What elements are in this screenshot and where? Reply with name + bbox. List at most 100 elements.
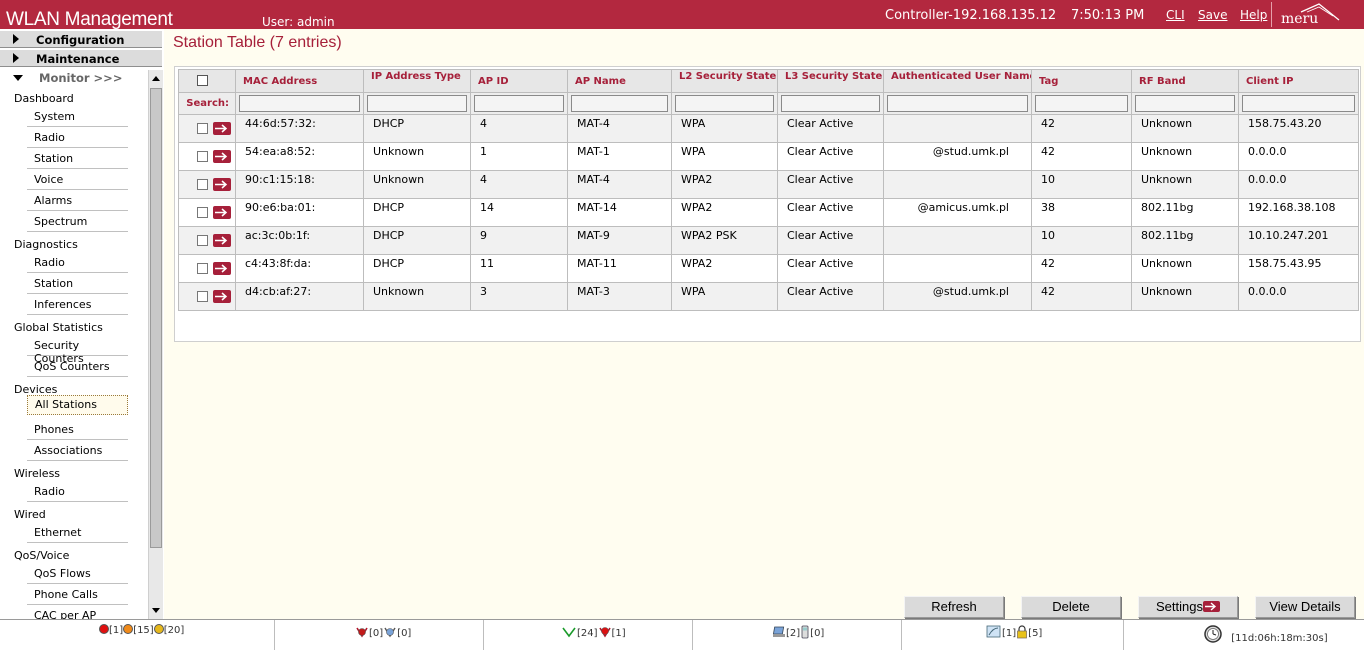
row-details-arrow-icon[interactable] bbox=[213, 234, 231, 247]
table-row[interactable]: c4:43:8f:da: DHCP 11 MAT-11 WPA2 Clear Active… bbox=[178, 254, 1359, 283]
row-checkbox[interactable] bbox=[197, 179, 208, 190]
column-header-client-ip[interactable]: Client IP bbox=[1238, 69, 1359, 93]
nav-item-ethernet[interactable]: Ethernet bbox=[27, 523, 128, 543]
column-header-user-name[interactable]: Authenticated User Name bbox=[883, 69, 1032, 93]
ap-up-count: [24] bbox=[577, 628, 598, 639]
help-link[interactable]: Help bbox=[1240, 8, 1267, 22]
column-header-mac[interactable]: MAC Address bbox=[235, 69, 364, 93]
column-header-ap-name[interactable]: AP Name bbox=[567, 69, 672, 93]
nav-item-phones[interactable]: Phones bbox=[27, 420, 128, 440]
menu-configuration-label: Configuration bbox=[36, 33, 125, 47]
station-summary[interactable]: [2] [0] bbox=[693, 620, 902, 650]
ap-fault-summary[interactable]: [0] [0] bbox=[275, 620, 484, 650]
table-header-row: MAC Address IP Address Type AP ID AP Nam… bbox=[178, 69, 1359, 93]
column-header-ip-type[interactable]: IP Address Type bbox=[363, 69, 471, 93]
search-input-user-name[interactable] bbox=[887, 95, 1028, 112]
search-input-rf-band[interactable] bbox=[1135, 95, 1235, 112]
search-input-l3-security[interactable] bbox=[781, 95, 880, 112]
nav-item-all-stations[interactable]: All Stations bbox=[27, 395, 128, 415]
cell-user-name bbox=[883, 114, 1032, 143]
search-input-ap-id[interactable] bbox=[474, 95, 564, 112]
scroll-down-arrow-icon[interactable] bbox=[149, 603, 163, 618]
cell-ip-type: DHCP bbox=[363, 254, 471, 283]
alarm-summary[interactable]: [1] [15] [20] bbox=[0, 620, 275, 650]
row-details-arrow-icon[interactable] bbox=[213, 290, 231, 303]
menu-configuration[interactable]: Configuration bbox=[0, 30, 162, 48]
row-checkbox[interactable] bbox=[197, 151, 208, 162]
column-header-tag[interactable]: Tag bbox=[1031, 69, 1132, 93]
sidebar-scrollbar[interactable] bbox=[148, 70, 163, 619]
select-all-checkbox[interactable] bbox=[197, 75, 208, 86]
table-row[interactable]: d4:cb:af:27: Unknown 3 MAT-3 WPA Clear Active… bbox=[178, 282, 1359, 311]
row-details-arrow-icon[interactable] bbox=[213, 206, 231, 219]
cell-tag: 42 bbox=[1031, 282, 1132, 311]
clock-icon bbox=[1204, 625, 1222, 643]
nav-item-diag-radio[interactable]: Radio bbox=[27, 253, 128, 273]
cell-ap-id: 14 bbox=[470, 198, 568, 227]
nav-group-diagnostics: Diagnostics bbox=[14, 238, 78, 251]
search-input-mac[interactable] bbox=[239, 95, 360, 112]
ap-status-summary[interactable]: [24] [1] bbox=[484, 620, 693, 650]
search-input-tag[interactable] bbox=[1035, 95, 1128, 112]
ap-down-count: [0] bbox=[369, 628, 384, 639]
menu-maintenance[interactable]: Maintenance bbox=[0, 49, 162, 67]
cell-tag: 42 bbox=[1031, 142, 1132, 171]
nav-item-spectrum[interactable]: Spectrum bbox=[27, 212, 128, 232]
cell-l3-security: Clear Active bbox=[777, 226, 884, 255]
security-summary[interactable]: [1] [5] bbox=[902, 620, 1124, 650]
nav-item-alarms[interactable]: Alarms bbox=[27, 191, 128, 211]
table-row[interactable]: 90:c1:15:18: Unknown 4 MAT-4 WPA2 Clear Activ… bbox=[178, 170, 1359, 199]
column-header-l2-security[interactable]: L2 Security State bbox=[671, 69, 778, 93]
delete-button[interactable]: Delete bbox=[1021, 596, 1121, 618]
nav-item-radio[interactable]: Radio bbox=[27, 128, 128, 148]
table-row[interactable]: 90:e6:ba:01: DHCP 14 MAT-14 WPA2 Clear Active… bbox=[178, 198, 1359, 227]
cell-ap-name: MAT-9 bbox=[567, 226, 672, 255]
column-header-ap-id[interactable]: AP ID bbox=[470, 69, 568, 93]
row-checkbox[interactable] bbox=[197, 291, 208, 302]
save-link[interactable]: Save bbox=[1198, 8, 1227, 22]
column-header-l3-security[interactable]: L3 Security State bbox=[777, 69, 884, 93]
search-input-l2-security[interactable] bbox=[675, 95, 774, 112]
cell-l3-security: Clear Active bbox=[777, 170, 884, 199]
cli-link[interactable]: CLI bbox=[1166, 8, 1185, 22]
nav-item-station[interactable]: Station bbox=[27, 149, 128, 169]
arrow-right-icon bbox=[1202, 601, 1220, 612]
row-details-arrow-icon[interactable] bbox=[213, 262, 231, 275]
column-header-rf-band[interactable]: RF Band bbox=[1131, 69, 1239, 93]
nav-item-voice[interactable]: Voice bbox=[27, 170, 128, 190]
table-row[interactable]: 54:ea:a8:52: Unknown 1 MAT-1 WPA Clear Active… bbox=[178, 142, 1359, 171]
search-input-ip-type[interactable] bbox=[367, 95, 467, 112]
scroll-up-arrow-icon[interactable] bbox=[149, 71, 163, 86]
row-checkbox[interactable] bbox=[197, 263, 208, 274]
nav-item-cac-per-ap[interactable]: CAC per AP bbox=[27, 606, 128, 619]
nav-item-phone-calls[interactable]: Phone Calls bbox=[27, 585, 128, 605]
view-details-button[interactable]: View Details bbox=[1255, 596, 1355, 618]
table-row[interactable]: 44:6d:57:32: DHCP 4 MAT-4 WPA Clear Active 42 U… bbox=[178, 114, 1359, 143]
table-row[interactable]: ac:3c:0b:1f: DHCP 9 MAT-9 WPA2 PSK Clear Acti… bbox=[178, 226, 1359, 255]
nav-item-qos-flows[interactable]: QoS Flows bbox=[27, 564, 128, 584]
row-details-arrow-icon[interactable] bbox=[213, 150, 231, 163]
cell-l3-security: Clear Active bbox=[777, 198, 884, 227]
select-all-header bbox=[178, 69, 236, 93]
menu-monitor[interactable]: Monitor >>> bbox=[0, 68, 148, 88]
refresh-button[interactable]: Refresh bbox=[904, 596, 1004, 618]
row-checkbox[interactable] bbox=[197, 123, 208, 134]
row-details-arrow-icon[interactable] bbox=[213, 122, 231, 135]
nav-item-security-counters[interactable]: Security Counters bbox=[27, 336, 128, 365]
row-checkbox[interactable] bbox=[197, 235, 208, 246]
nav-item-inferences[interactable]: Inferences bbox=[27, 295, 128, 315]
row-details-arrow-icon[interactable] bbox=[213, 178, 231, 191]
search-input-ap-name[interactable] bbox=[571, 95, 668, 112]
nav-item-associations[interactable]: Associations bbox=[27, 441, 128, 461]
ap-fault-counts: [0] [0] bbox=[355, 625, 411, 639]
settings-button[interactable]: Settings bbox=[1138, 596, 1238, 618]
nav-item-qos-counters[interactable]: QoS Counters bbox=[27, 357, 128, 377]
rogue-ap-icon bbox=[986, 625, 1001, 638]
nav-item-diag-station[interactable]: Station bbox=[27, 274, 128, 294]
nav-item-system[interactable]: System bbox=[27, 107, 128, 127]
scrollbar-thumb[interactable] bbox=[150, 88, 162, 548]
nav-item-wireless-radio[interactable]: Radio bbox=[27, 482, 128, 502]
search-input-client-ip[interactable] bbox=[1242, 95, 1355, 112]
row-checkbox[interactable] bbox=[197, 207, 208, 218]
status-bar: [1] [15] [20] [0] [0] [24] [1] [2] [0] [1] [5]… bbox=[0, 619, 1364, 650]
